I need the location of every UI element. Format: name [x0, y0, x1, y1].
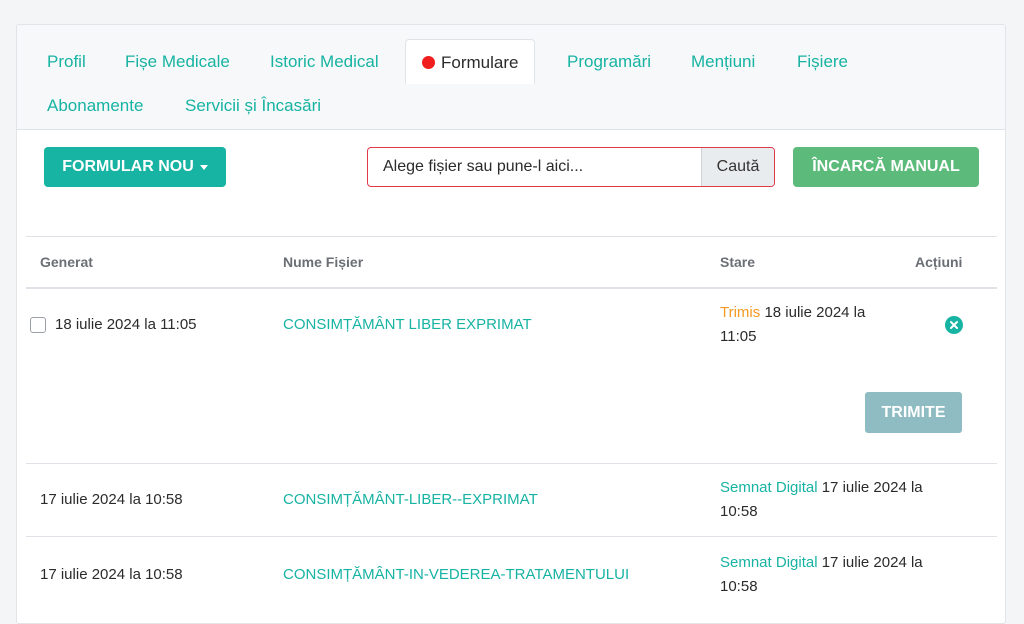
status-cell: Trimis 18 iulie 2024 la 11:05 [720, 301, 865, 349]
file-name-link[interactable]: CONSIMȚĂMÂNT LIBER EXPRIMAT [283, 313, 532, 337]
send-button[interactable]: TRIMITE [865, 392, 962, 433]
status-date: 17 iulie 2024 la [821, 554, 923, 571]
patient-panel: Profil Fișe Medicale Istoric Medical For… [16, 24, 1006, 624]
header-divider [26, 287, 997, 289]
status-label: Semnat Digital [720, 479, 818, 496]
header-actions: Acțiuni [915, 254, 963, 270]
status-label: Semnat Digital [720, 554, 818, 571]
tab-abonamente[interactable]: Abonamente [47, 96, 143, 116]
new-form-button[interactable]: FORMULAR NOU [44, 147, 226, 187]
tab-fise-medicale[interactable]: Fișe Medicale [125, 52, 230, 72]
tab-mentiuni[interactable]: Mențiuni [691, 52, 755, 72]
file-name-link[interactable]: CONSIMȚĂMÂNT-IN-VEDEREA-TRATAMENTULUI [283, 563, 629, 587]
caret-down-icon [199, 164, 208, 170]
file-drop-input[interactable]: Alege fișier sau pune-l aici... [368, 148, 701, 186]
tab-servicii-incasari[interactable]: Servicii și Încasări [185, 96, 321, 116]
red-dot-icon [422, 56, 435, 69]
browse-button[interactable]: Caută [701, 148, 774, 186]
file-upload-group: Alege fișier sau pune-l aici... Caută [367, 147, 775, 187]
header-generated: Generat [40, 254, 93, 270]
status-time: 10:58 [720, 578, 758, 595]
row-divider [26, 463, 997, 464]
status-date: 17 iulie 2024 la [821, 479, 923, 496]
tab-programari[interactable]: Programări [567, 52, 651, 72]
tab-istoric-medical[interactable]: Istoric Medical [270, 52, 379, 72]
manual-upload-button[interactable]: ÎNCARCĂ MANUAL [793, 147, 979, 187]
tab-formulare[interactable]: Formulare [405, 39, 536, 84]
cancel-circle-icon[interactable] [945, 316, 963, 334]
status-time: 11:05 [720, 328, 757, 345]
tab-formulare-label: Formulare [441, 53, 519, 72]
generated-date: 17 iulie 2024 la 10:58 [40, 566, 183, 583]
header-status: Stare [720, 254, 756, 270]
row-select-checkbox[interactable] [30, 317, 46, 333]
generated-date: 17 iulie 2024 la 10:58 [40, 491, 183, 508]
row-divider [26, 536, 997, 537]
tab-fisiere[interactable]: Fișiere [797, 52, 848, 72]
generated-date: 18 iulie 2024 la 11:05 [55, 316, 197, 333]
status-label: Trimis [720, 304, 761, 321]
tab-profil[interactable]: Profil [47, 52, 86, 72]
status-date: 18 iulie 2024 la [764, 304, 866, 321]
status-cell: Semnat Digital 17 iulie 2024 la 10:58 [720, 551, 923, 599]
header-file-name: Nume Fișier [283, 254, 364, 270]
file-name-link[interactable]: CONSIMȚĂMÂNT-LIBER--EXPRIMAT [283, 488, 538, 512]
status-time: 10:58 [720, 503, 758, 520]
table-top-divider [26, 236, 997, 237]
new-form-label: FORMULAR NOU [62, 158, 194, 175]
tab-bar: Profil Fișe Medicale Istoric Medical For… [17, 25, 1005, 130]
status-cell: Semnat Digital 17 iulie 2024 la 10:58 [720, 476, 923, 524]
